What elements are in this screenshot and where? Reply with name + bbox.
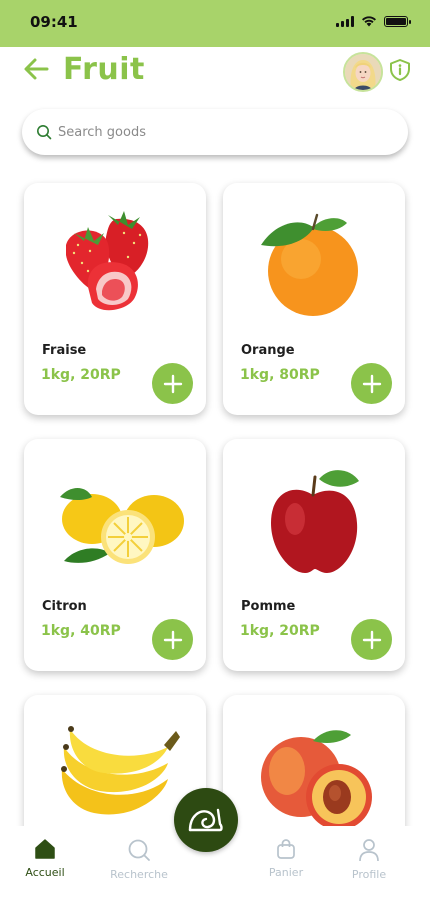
avatar[interactable] (343, 52, 383, 92)
nav-item-accueil[interactable]: Accueil (0, 838, 90, 879)
product-card-pomme[interactable]: Pomme 1kg, 20RP (223, 439, 405, 671)
product-price: 1kg, 80RP (240, 367, 320, 383)
search-icon (128, 839, 150, 861)
search-bar[interactable] (22, 109, 408, 155)
plus-icon (362, 630, 381, 649)
status-time: 09:41 (30, 13, 78, 31)
add-to-cart-button[interactable] (152, 363, 193, 404)
add-to-cart-button[interactable] (351, 363, 392, 404)
nav-item-recherche[interactable]: Recherche (94, 838, 184, 881)
nav-label: Profile (351, 868, 387, 881)
avatar-image (345, 54, 381, 90)
status-bar: 09:41 (0, 0, 430, 47)
orange-image (261, 213, 358, 316)
product-price: 1kg, 40RP (41, 623, 121, 639)
nav-label: Accueil (25, 866, 65, 879)
search-icon (37, 125, 52, 140)
product-name: Fraise (42, 343, 87, 358)
cellular-signal-icon (336, 15, 354, 27)
plus-icon (163, 374, 182, 393)
product-price: 1kg, 20RP (41, 367, 121, 383)
product-card-orange[interactable]: Orange 1kg, 80RP (223, 183, 405, 415)
product-card-fraise[interactable]: Fraise 1kg, 20RP (24, 183, 206, 415)
shield-info-icon[interactable] (388, 58, 412, 82)
lemon-image (60, 488, 184, 564)
status-icons (336, 15, 411, 27)
center-action-button[interactable] (174, 788, 238, 852)
nav-item-panier[interactable]: Panier (241, 838, 331, 879)
add-to-cart-button[interactable] (152, 619, 193, 660)
product-card-citron[interactable]: Citron 1kg, 40RP (24, 439, 206, 671)
product-price: 1kg, 20RP (240, 623, 320, 639)
nav-label: Panier (268, 866, 304, 879)
nav-item-profile[interactable]: Profile (324, 838, 414, 881)
plus-icon (362, 374, 381, 393)
strawberry-image (66, 211, 149, 311)
page-title: Fruit (63, 52, 145, 87)
battery-icon (384, 15, 411, 27)
back-arrow-icon[interactable] (22, 56, 50, 82)
banana-image (61, 726, 180, 815)
apple-image (271, 470, 359, 573)
product-name: Citron (42, 599, 87, 614)
peach-image (261, 730, 372, 830)
product-name: Pomme (241, 599, 296, 614)
user-icon (359, 839, 379, 862)
add-to-cart-button[interactable] (351, 619, 392, 660)
search-input[interactable] (58, 124, 378, 140)
wifi-icon (362, 16, 376, 27)
plus-icon (163, 630, 182, 649)
home-icon (35, 839, 55, 859)
product-name: Orange (241, 343, 295, 358)
bag-icon (277, 839, 295, 859)
nav-label: Recherche (110, 868, 168, 881)
snail-logo-icon (188, 808, 223, 832)
